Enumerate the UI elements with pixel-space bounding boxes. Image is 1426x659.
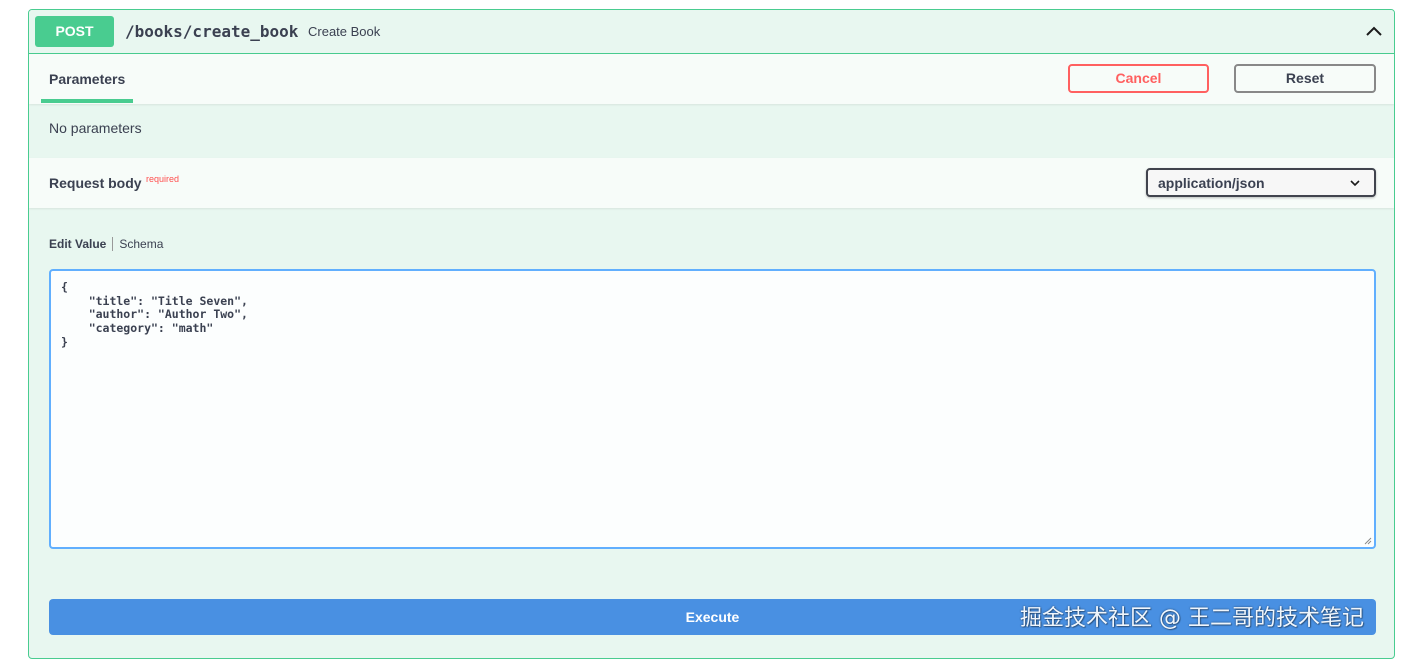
operation-summary-text: Create Book <box>308 24 381 39</box>
tab-divider <box>112 237 114 251</box>
parameters-header: Parameters Cancel Reset <box>29 54 1394 104</box>
request-body-editor[interactable]: { "title": "Title Seven", "author": "Aut… <box>49 269 1376 549</box>
tab-active-indicator <box>41 99 133 103</box>
operation-path: /books/create_book <box>125 22 299 41</box>
operation-block: POST /books/create_book Create Book Para… <box>28 9 1395 659</box>
request-body-header: Request body required application/json <box>29 158 1394 208</box>
content-type-select[interactable]: application/json <box>1146 168 1376 197</box>
chevron-up-icon[interactable] <box>1364 22 1384 42</box>
watermark-text: 掘金技术社区 @ 王二哥的技术笔记 <box>1020 606 1364 631</box>
body-tabs: Edit Value Schema <box>49 237 163 253</box>
operation-summary[interactable]: POST /books/create_book Create Book <box>29 10 1394 54</box>
request-body-value[interactable]: { "title": "Title Seven", "author": "Aut… <box>61 280 248 350</box>
no-parameters-text: No parameters <box>49 120 142 136</box>
chevron-down-icon <box>1350 180 1360 187</box>
tab-parameters[interactable]: Parameters <box>49 71 125 87</box>
method-badge: POST <box>35 16 114 47</box>
reset-button[interactable]: Reset <box>1234 64 1376 93</box>
required-label: required <box>146 174 180 184</box>
tab-edit-value[interactable]: Edit Value <box>49 237 106 251</box>
request-body-title: Request body <box>49 175 142 191</box>
tab-schema[interactable]: Schema <box>119 237 163 251</box>
resize-handle-icon[interactable] <box>1364 537 1372 545</box>
content-type-value: application/json <box>1158 175 1265 191</box>
cancel-button[interactable]: Cancel <box>1068 64 1209 93</box>
